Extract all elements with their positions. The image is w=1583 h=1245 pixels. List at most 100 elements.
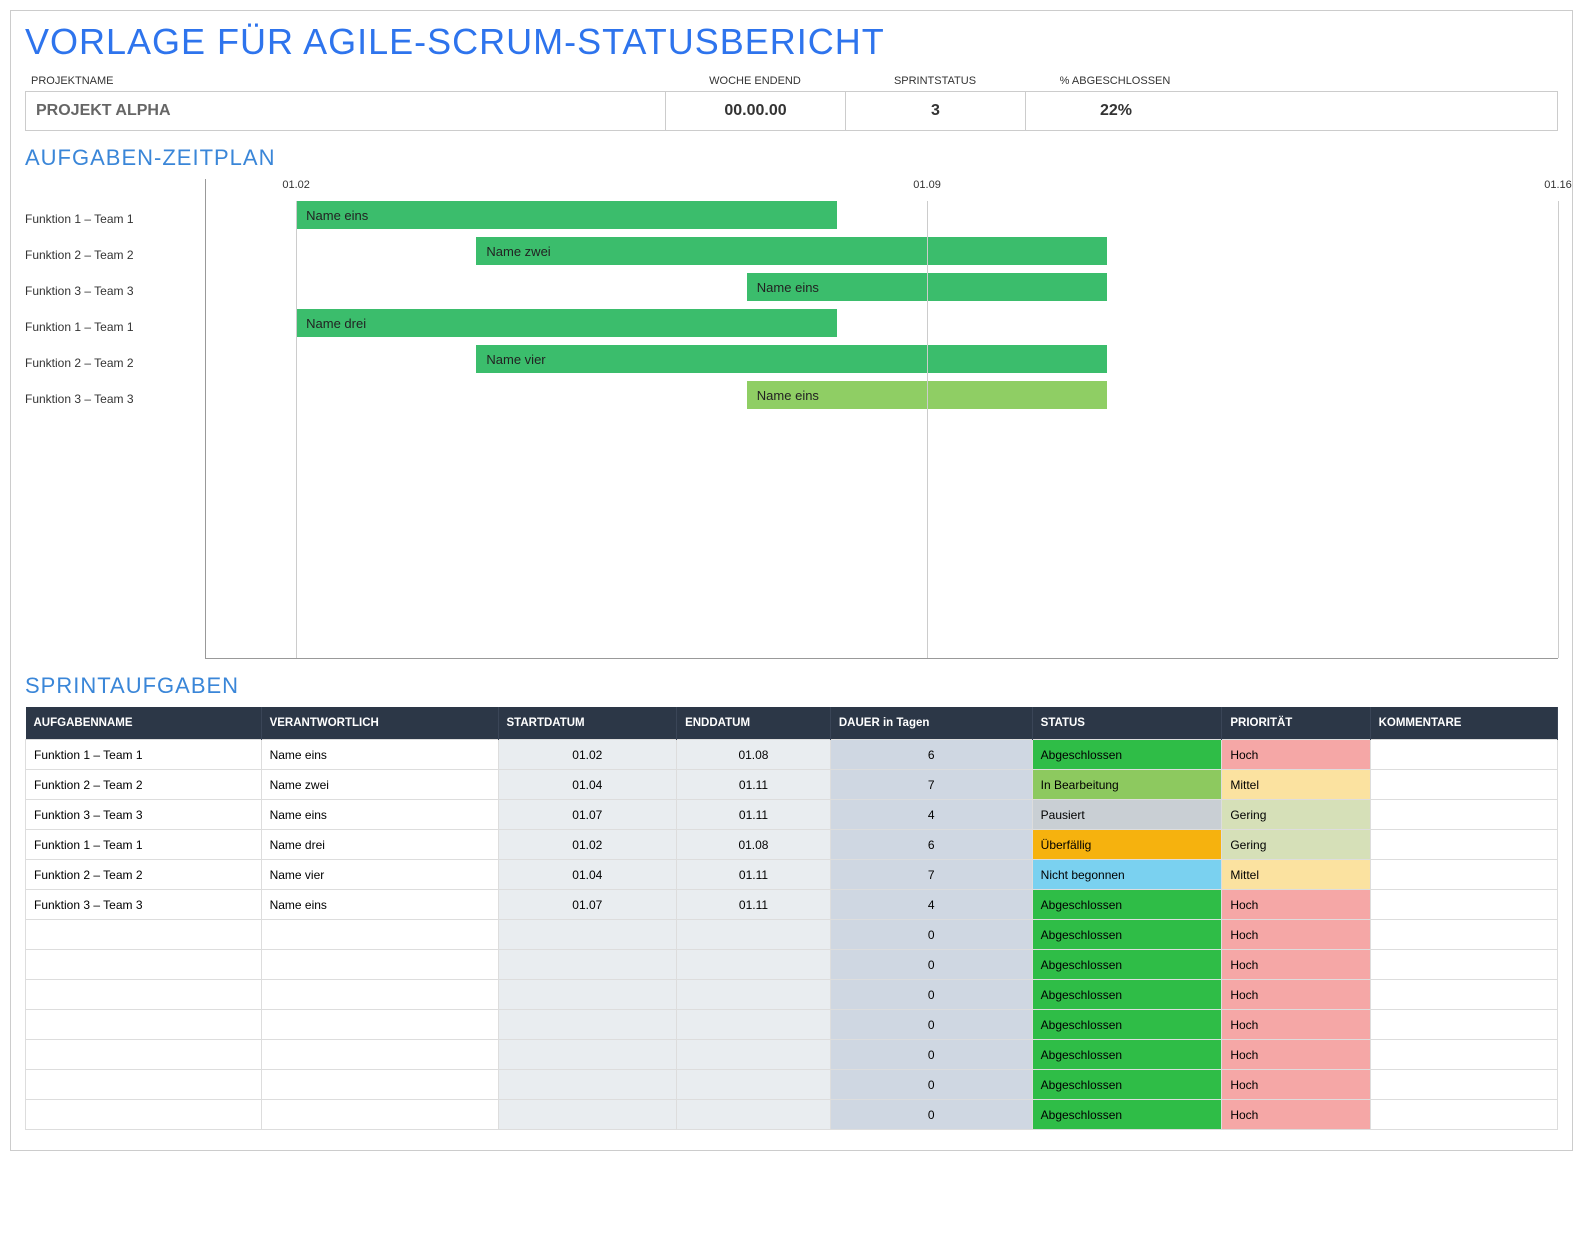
table-cell: Funktion 2 – Team 2 <box>26 860 262 890</box>
table-row: Funktion 2 – Team 2Name zwei01.0401.117I… <box>26 770 1558 800</box>
table-row: Funktion 1 – Team 1Name drei01.0201.086Ü… <box>26 830 1558 860</box>
table-header-cell: VERANTWORTLICH <box>261 707 498 740</box>
page-title: VORLAGE FÜR AGILE-SCRUM-STATUSBERICHT <box>25 21 1558 63</box>
table-cell <box>1370 890 1557 920</box>
table-cell <box>26 1070 262 1100</box>
gantt-bar-row: Name eins <box>206 201 1558 229</box>
table-cell <box>677 1070 831 1100</box>
table-cell <box>1370 1100 1557 1130</box>
table-header-cell: STARTDATUM <box>498 707 677 740</box>
table-cell <box>1370 1040 1557 1070</box>
table-cell: Name eins <box>261 890 498 920</box>
table-cell <box>261 980 498 1010</box>
table-cell: 6 <box>830 740 1032 770</box>
table-cell <box>261 1010 498 1040</box>
gantt-row-label: Funktion 1 – Team 1 <box>25 201 205 237</box>
table-cell: Hoch <box>1222 740 1370 770</box>
table-row: Funktion 3 – Team 3Name eins01.0701.114A… <box>26 890 1558 920</box>
table-cell <box>261 1040 498 1070</box>
table-cell: Hoch <box>1222 890 1370 920</box>
table-row: Funktion 1 – Team 1Name eins01.0201.086A… <box>26 740 1558 770</box>
table-row: 0AbgeschlossenHoch <box>26 1040 1558 1070</box>
table-cell <box>261 1070 498 1100</box>
gantt-date-tick: 01.02 <box>282 179 310 191</box>
gantt-row-label: Funktion 2 – Team 2 <box>25 345 205 381</box>
table-cell: Funktion 3 – Team 3 <box>26 800 262 830</box>
table-row: 0AbgeschlossenHoch <box>26 1010 1558 1040</box>
table-cell: 0 <box>830 950 1032 980</box>
table-cell <box>26 980 262 1010</box>
table-cell: 01.11 <box>677 890 831 920</box>
table-cell: 01.11 <box>677 800 831 830</box>
table-cell <box>1370 830 1557 860</box>
table-header-cell: STATUS <box>1032 707 1222 740</box>
table-cell: Funktion 2 – Team 2 <box>26 770 262 800</box>
table-cell: 01.11 <box>677 860 831 890</box>
table-cell <box>26 1010 262 1040</box>
table-cell: 01.08 <box>677 740 831 770</box>
table-cell <box>1370 860 1557 890</box>
table-cell: Abgeschlossen <box>1032 1100 1222 1130</box>
gantt-row-label: Funktion 2 – Team 2 <box>25 237 205 273</box>
table-cell <box>1370 800 1557 830</box>
table-cell: 01.04 <box>498 770 677 800</box>
table-cell <box>26 920 262 950</box>
table-row: Funktion 3 – Team 3Name eins01.0701.114P… <box>26 800 1558 830</box>
table-cell <box>26 1100 262 1130</box>
table-cell: Überfällig <box>1032 830 1222 860</box>
table-cell: Hoch <box>1222 1100 1370 1130</box>
table-row: 0AbgeschlossenHoch <box>26 1070 1558 1100</box>
table-row: 0AbgeschlossenHoch <box>26 980 1558 1010</box>
gantt-bar: Name eins <box>296 201 837 229</box>
table-cell <box>1370 770 1557 800</box>
table-cell <box>677 1040 831 1070</box>
gantt-bar-row: Name eins <box>206 381 1558 409</box>
table-cell: Hoch <box>1222 950 1370 980</box>
table-cell: Hoch <box>1222 1010 1370 1040</box>
table-cell: Funktion 3 – Team 3 <box>26 890 262 920</box>
gantt-row-label: Funktion 1 – Team 1 <box>25 309 205 345</box>
gantt-date-tick: 01.09 <box>913 179 941 191</box>
label-week: WOCHE ENDEND <box>665 71 845 91</box>
table-cell: Abgeschlossen <box>1032 1010 1222 1040</box>
table-cell: Name eins <box>261 800 498 830</box>
table-cell <box>26 1040 262 1070</box>
table-cell: Abgeschlossen <box>1032 740 1222 770</box>
table-header-cell: PRIORITÄT <box>1222 707 1370 740</box>
table-header-cell: AUFGABENNAME <box>26 707 262 740</box>
gantt-bar: Name zwei <box>476 237 1107 265</box>
table-row: 0AbgeschlossenHoch <box>26 950 1558 980</box>
table-row: Funktion 2 – Team 2Name vier01.0401.117N… <box>26 860 1558 890</box>
table-cell <box>261 950 498 980</box>
table-cell: 01.07 <box>498 800 677 830</box>
table-cell: 0 <box>830 1040 1032 1070</box>
gantt-row-label: Funktion 3 – Team 3 <box>25 381 205 417</box>
table-cell <box>498 1010 677 1040</box>
table-cell <box>1370 950 1557 980</box>
table-cell: Name drei <box>261 830 498 860</box>
table-cell <box>1370 1010 1557 1040</box>
table-cell: Abgeschlossen <box>1032 1070 1222 1100</box>
table-cell: 4 <box>830 800 1032 830</box>
table-cell: Hoch <box>1222 980 1370 1010</box>
table-cell <box>498 1070 677 1100</box>
table-cell <box>1370 1070 1557 1100</box>
table-cell: 7 <box>830 860 1032 890</box>
summary-values: PROJEKT ALPHA 00.00.00 3 22% <box>25 91 1558 131</box>
gantt-bar-row: Name eins <box>206 273 1558 301</box>
table-cell: Name vier <box>261 860 498 890</box>
gantt-bar-row: Name zwei <box>206 237 1558 265</box>
table-cell: 0 <box>830 1070 1032 1100</box>
table-cell: 0 <box>830 920 1032 950</box>
table-row: 0AbgeschlossenHoch <box>26 1100 1558 1130</box>
table-cell: Name eins <box>261 740 498 770</box>
table-cell: Gering <box>1222 800 1370 830</box>
tasks-table: AUFGABENNAMEVERANTWORTLICHSTARTDATUMENDD… <box>25 707 1558 1130</box>
table-cell: Pausiert <box>1032 800 1222 830</box>
gantt-row-label: Funktion 3 – Team 3 <box>25 273 205 309</box>
table-cell <box>498 920 677 950</box>
label-project: PROJEKTNAME <box>25 71 665 91</box>
gantt-bar: Name vier <box>476 345 1107 373</box>
table-row: 0AbgeschlossenHoch <box>26 920 1558 950</box>
table-cell <box>677 920 831 950</box>
